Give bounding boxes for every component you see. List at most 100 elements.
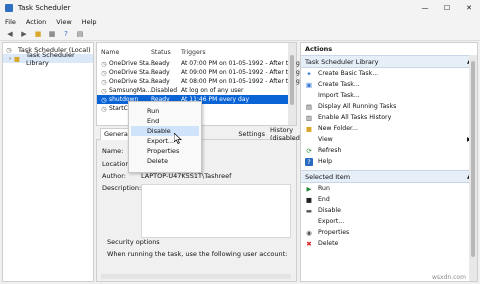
action-label: New Folder... — [318, 125, 358, 132]
refresh-icon: ⟳ — [306, 146, 312, 155]
action-label: Help — [318, 158, 333, 165]
list-icon: ▤ — [305, 102, 313, 111]
toolbar: ◀ ▶ ■ ▦ ? ▤ — [0, 27, 480, 41]
watermark: wsxdn.com — [432, 274, 466, 281]
title-bar: Task Scheduler — ☐ ✕ — [0, 0, 480, 16]
forward-arrow-icon[interactable]: ▶ — [19, 29, 29, 38]
task-name: OneDrive Sta... — [109, 60, 155, 67]
action-delete[interactable]: ✖ Delete — [301, 238, 477, 249]
description-label: Description: — [102, 184, 142, 192]
menu-action[interactable]: Action — [26, 18, 46, 26]
action-help[interactable]: ? Help — [301, 156, 477, 167]
action-create-task[interactable]: ▣ Create Task... — [301, 79, 477, 90]
tree-library[interactable]: › ■ Task Scheduler Library — [3, 51, 93, 67]
context-export[interactable]: Export... — [129, 136, 201, 146]
actions-header: Actions — [305, 45, 333, 53]
name-label: Name: — [102, 147, 124, 155]
disable-icon: ▬ — [305, 206, 313, 215]
action-label: Display All Running Tasks — [318, 103, 397, 110]
play-icon: ▶ — [306, 184, 312, 193]
table-row[interactable]: ◷ OneDrive Sta... Ready At 09:00 PM on 0… — [97, 68, 306, 77]
history-icon: ▥ — [305, 113, 313, 122]
panel-icon[interactable]: ▤ — [75, 29, 85, 38]
mouse-cursor-icon — [174, 133, 182, 144]
delete-icon: ✖ — [306, 239, 312, 248]
task-trigger: At log on of any user — [181, 87, 244, 94]
back-arrow-icon[interactable]: ◀ — [5, 29, 15, 38]
table-row[interactable]: ◷ OneDrive Sta... Ready At 07:00 PM on 0… — [97, 59, 306, 68]
action-export[interactable]: Export... — [301, 216, 477, 227]
action-label: Run — [318, 185, 330, 192]
table-row[interactable]: ◷ OneDrive Sta... Ready At 08:00 PM on 0… — [97, 77, 306, 86]
vertical-scrollbar[interactable] — [288, 43, 296, 125]
action-label: Create Task... — [318, 81, 360, 88]
action-refresh[interactable]: ⟳ Refresh — [301, 145, 477, 156]
action-label: Enable All Tasks History — [318, 114, 392, 121]
action-label: Create Basic Task... — [318, 70, 379, 77]
section-selected-item[interactable]: Selected Item ▲ — [301, 170, 477, 183]
action-import-task[interactable]: Import Task... — [301, 90, 477, 101]
help-icon[interactable]: ? — [61, 29, 71, 38]
context-menu: Run End Disable Export... Properties Del… — [128, 101, 202, 173]
menu-file[interactable]: File — [5, 18, 16, 26]
section-task-library[interactable]: Task Scheduler Library ▲ — [301, 55, 477, 68]
new-task-icon: ▣ — [305, 80, 313, 89]
task-clock-icon: ◷ — [101, 105, 107, 113]
tab-settings[interactable]: Settings — [238, 130, 265, 138]
task-status: Ready — [151, 60, 170, 67]
action-properties[interactable]: ◉ Properties — [301, 227, 477, 238]
action-view[interactable]: View▶ — [301, 134, 477, 145]
action-create-basic-task[interactable]: ✦ Create Basic Task... — [301, 68, 477, 79]
context-delete[interactable]: Delete — [129, 156, 201, 166]
grid-icon[interactable]: ▦ — [47, 29, 57, 38]
minimize-button[interactable]: — — [414, 4, 436, 12]
action-label: Export... — [318, 218, 345, 225]
context-end[interactable]: End — [129, 116, 201, 126]
clock-icon: ◷ — [6, 45, 12, 54]
scrollbar-thumb[interactable] — [290, 55, 294, 105]
context-disable[interactable]: Disable — [131, 126, 199, 136]
menu-help[interactable]: Help — [82, 18, 97, 26]
properties-icon: ◉ — [306, 228, 312, 237]
column-status[interactable]: Status — [151, 49, 171, 56]
chevron-right-icon: › — [9, 55, 11, 62]
action-end[interactable]: ■ End — [301, 194, 477, 205]
task-status: Ready — [151, 78, 170, 85]
task-list-header: Name Status Triggers — [97, 47, 287, 57]
action-display-running[interactable]: ▤ Display All Running Tasks — [301, 101, 477, 112]
menu-view[interactable]: View — [56, 18, 71, 26]
task-clock-icon: ◷ — [101, 69, 107, 77]
action-label: View — [318, 136, 333, 143]
folder-icon: ■ — [13, 54, 21, 63]
column-triggers[interactable]: Triggers — [181, 49, 206, 56]
action-disable[interactable]: ▬ Disable — [301, 205, 477, 216]
menu-bar: File Action View Help — [0, 16, 480, 27]
task-status: Ready — [151, 69, 170, 76]
author-label: Author: — [102, 172, 126, 180]
maximize-button[interactable]: ☐ — [436, 4, 458, 12]
actions-scrollbar[interactable] — [469, 55, 477, 281]
scrollbar-track[interactable] — [101, 274, 291, 279]
scrollbar-thumb[interactable] — [471, 61, 475, 257]
security-options-label: Security options — [107, 238, 160, 246]
folder-icon[interactable]: ■ — [33, 29, 43, 38]
section-title: Task Scheduler Library — [305, 57, 379, 66]
context-run[interactable]: Run — [129, 106, 201, 116]
description-field[interactable] — [141, 184, 291, 238]
action-label: End — [318, 196, 330, 203]
table-row[interactable]: ◷ SamsungMa... Disabled At log on of any… — [97, 86, 296, 95]
action-enable-history[interactable]: ▥ Enable All Tasks History — [301, 112, 477, 123]
action-new-folder[interactable]: ■ New Folder... — [301, 123, 477, 134]
context-properties[interactable]: Properties — [129, 146, 201, 156]
tree-library-label: Task Scheduler Library — [26, 50, 75, 67]
app-icon — [5, 4, 13, 12]
task-name: OneDrive Sta... — [109, 78, 155, 85]
action-run[interactable]: ▶ Run — [301, 183, 477, 194]
close-button[interactable]: ✕ — [458, 4, 480, 12]
column-name[interactable]: Name — [101, 49, 119, 56]
stop-icon: ■ — [305, 195, 313, 204]
task-clock-icon: ◷ — [101, 60, 107, 68]
wand-icon: ✦ — [306, 69, 312, 78]
author-value: LAPTOP-U47K5S1T\Tashreef — [141, 172, 232, 180]
section-title: Selected Item — [305, 172, 351, 181]
